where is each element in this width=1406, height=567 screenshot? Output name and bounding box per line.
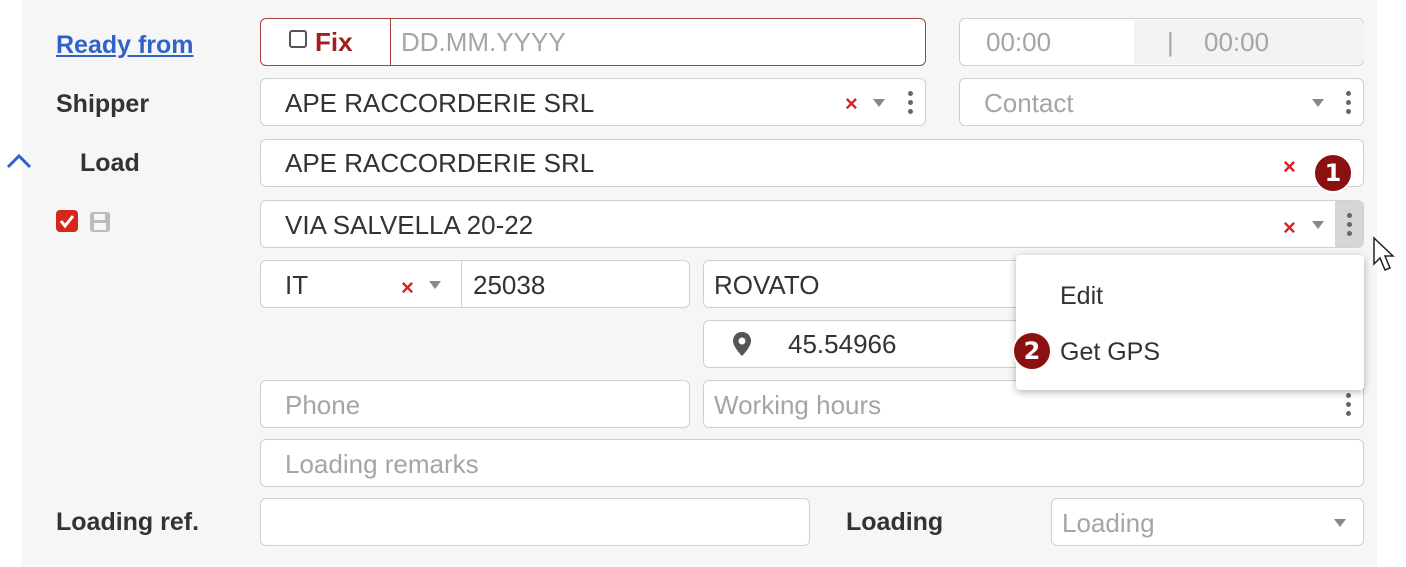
country-zip-field[interactable]: IT × 25038 <box>260 260 690 308</box>
clear-icon[interactable]: × <box>1283 217 1296 239</box>
date-input[interactable]: DD.MM.YYYY <box>401 27 566 57</box>
fix-divider <box>390 19 391 65</box>
more-icon[interactable] <box>908 91 913 118</box>
field-divider <box>461 261 462 307</box>
load-name-select[interactable]: APE RACCORDERIE SRL × <box>260 139 1364 187</box>
map-pin-icon <box>733 332 751 356</box>
loading-placeholder: Loading <box>1062 508 1155 538</box>
contact-placeholder: Contact <box>984 88 1074 118</box>
ready-from-date-field[interactable]: Fix DD.MM.YYYY <box>260 18 926 66</box>
fix-label: Fix <box>315 27 353 57</box>
loading-ref-input[interactable] <box>260 498 810 546</box>
menu-item-edit[interactable]: Edit <box>1060 281 1103 311</box>
chevron-down-icon[interactable] <box>873 99 885 107</box>
loading-remarks-input[interactable]: Loading remarks <box>285 449 479 479</box>
more-icon[interactable] <box>1346 393 1351 420</box>
address-select[interactable]: VIA SALVELLA 20-22 × <box>260 200 1364 248</box>
more-icon[interactable] <box>1346 91 1351 118</box>
chevron-up-icon[interactable] <box>4 150 34 172</box>
step-badge-2: 2 <box>1012 331 1052 371</box>
fix-checkbox[interactable] <box>289 30 307 48</box>
clear-icon[interactable]: × <box>401 277 414 299</box>
clear-icon[interactable]: × <box>1283 156 1296 178</box>
contact-select[interactable]: Contact <box>959 78 1364 126</box>
loading-select[interactable]: Loading <box>1051 498 1364 546</box>
time-separator: | <box>1167 27 1174 57</box>
chevron-down-icon[interactable] <box>1312 221 1324 229</box>
chevron-down-icon[interactable] <box>429 281 441 289</box>
chevron-down-icon[interactable] <box>1334 519 1346 527</box>
gps-value[interactable]: 45.54966 <box>788 329 896 359</box>
step-badge-1: 1 <box>1313 153 1353 193</box>
time-range-field[interactable]: 00:00 | 00:00 <box>959 18 1364 66</box>
loading-remarks-field[interactable]: Loading remarks <box>260 439 1364 487</box>
load-name-value: APE RACCORDERIE SRL <box>285 148 595 178</box>
loading-ref-label: Loading ref. <box>56 508 200 536</box>
time-to-input[interactable]: 00:00 <box>1204 27 1269 57</box>
phone-input[interactable]: Phone <box>285 390 360 420</box>
load-label: Load <box>80 149 140 177</box>
working-hours-input[interactable]: Working hours <box>714 390 881 420</box>
city-input[interactable]: ROVATO <box>714 270 819 300</box>
shipper-value: APE RACCORDERIE SRL <box>285 88 595 118</box>
zip-input[interactable]: 25038 <box>473 270 545 300</box>
shipper-label: Shipper <box>56 90 150 118</box>
chevron-down-icon[interactable] <box>1312 99 1324 107</box>
menu-item-get-gps[interactable]: Get GPS <box>1060 337 1160 367</box>
address-value: VIA SALVELLA 20-22 <box>285 210 534 240</box>
mouse-cursor-icon <box>1373 236 1395 271</box>
save-icon[interactable] <box>89 211 111 233</box>
loading-label: Loading <box>846 508 944 536</box>
time-from-input[interactable]: 00:00 <box>986 27 1051 57</box>
address-checkbox[interactable] <box>56 210 78 232</box>
ready-from-link[interactable]: Ready from <box>56 30 194 60</box>
country-value[interactable]: IT <box>285 270 308 300</box>
shipper-select[interactable]: APE RACCORDERIE SRL × <box>260 78 926 126</box>
phone-field[interactable]: Phone <box>260 380 690 428</box>
clear-icon[interactable]: × <box>845 93 858 115</box>
context-menu: Edit Get GPS <box>1016 255 1364 390</box>
more-button[interactable] <box>1335 201 1363 247</box>
